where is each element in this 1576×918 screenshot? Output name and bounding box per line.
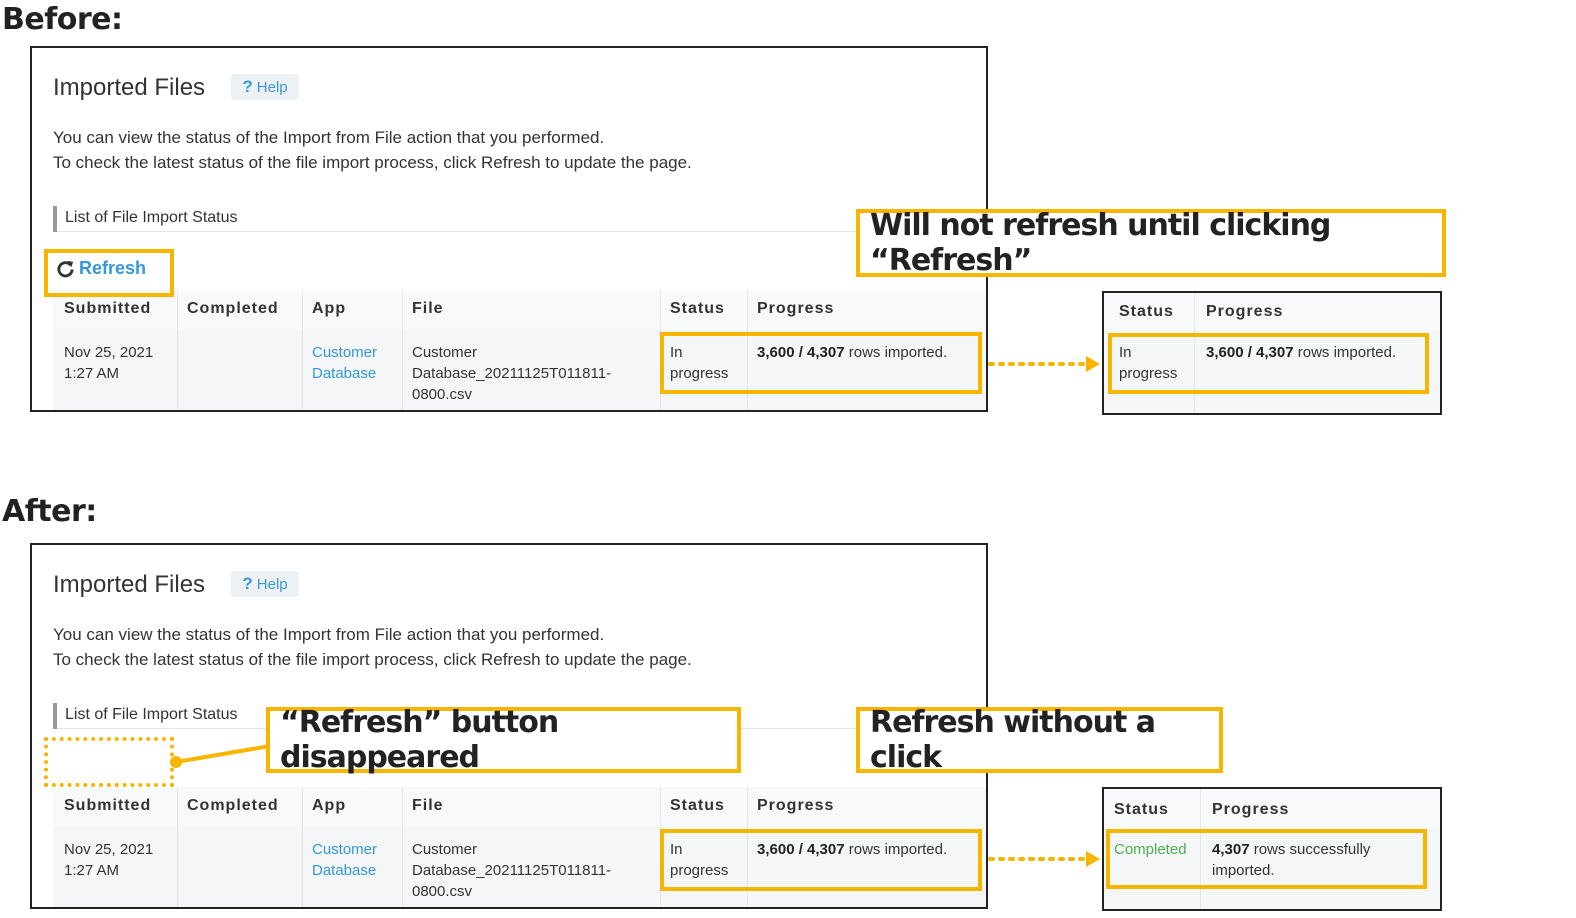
col-file[interactable]: File xyxy=(412,797,444,815)
mini-col-progress: Progress xyxy=(1212,801,1290,818)
col-file[interactable]: File xyxy=(412,300,444,318)
cell-file: Customer Database_20211125T011811- 0800.cs… xyxy=(412,344,612,403)
heading-bar xyxy=(53,703,57,729)
page-title: Imported Files xyxy=(53,571,206,598)
col-progress[interactable]: Progress xyxy=(757,300,834,318)
cell-file: Customer Database_20211125T011811- 0800.cs… xyxy=(412,841,612,900)
app-link[interactable]: Customer Database xyxy=(312,342,377,384)
col-completed[interactable]: Completed xyxy=(187,300,279,318)
col-completed[interactable]: Completed xyxy=(187,797,279,815)
help-label: Help xyxy=(256,575,288,593)
status-progress-highlight xyxy=(660,829,982,891)
table-header: Submitted Completed App File Status Prog… xyxy=(53,290,986,330)
col-app[interactable]: App xyxy=(312,300,346,318)
question-mark-icon: ? xyxy=(242,77,253,96)
mini-col-status: Status xyxy=(1119,303,1174,320)
app-link[interactable]: Customer Database xyxy=(312,839,377,881)
mini-col-status: Status xyxy=(1114,801,1169,818)
column-divider xyxy=(402,290,403,410)
col-submitted[interactable]: Submitted xyxy=(64,300,151,318)
mini-status-highlight xyxy=(1108,333,1429,394)
heading-bar xyxy=(53,206,57,232)
mini-col-progress: Progress xyxy=(1206,303,1284,320)
mini-status-highlight xyxy=(1106,829,1427,889)
callout-will-not-refresh: Will not refresh until clicking “Refresh… xyxy=(856,208,1446,278)
column-divider xyxy=(402,787,403,907)
page-title: Imported Files xyxy=(53,74,206,101)
dotted-arrow-right-icon xyxy=(988,851,1100,867)
dotted-arrow-right-icon xyxy=(988,356,1100,372)
cell-submitted: Nov 25, 2021 1:27 AM xyxy=(64,841,154,879)
description-line-2: To check the latest status of the file i… xyxy=(53,650,692,669)
description-line-1: You can view the status of the Import fr… xyxy=(53,128,605,147)
description-line-2: To check the latest status of the file i… xyxy=(53,153,692,172)
col-submitted[interactable]: Submitted xyxy=(64,797,151,815)
section-heading: List of File Import Status xyxy=(53,206,986,232)
col-status[interactable]: Status xyxy=(670,300,725,318)
column-divider xyxy=(177,787,178,907)
col-status[interactable]: Status xyxy=(670,797,725,815)
column-divider xyxy=(302,787,303,907)
col-app[interactable]: App xyxy=(312,797,346,815)
before-label: Before: xyxy=(2,2,123,37)
removed-refresh-placeholder xyxy=(44,737,174,787)
help-button[interactable]: ? Help xyxy=(231,74,299,100)
refresh-highlight xyxy=(44,249,174,297)
description-line-1: You can view the status of the Import fr… xyxy=(53,625,605,644)
connector-line xyxy=(170,744,271,768)
column-divider xyxy=(177,290,178,410)
callout-refresh-disappeared: “Refresh” button disappeared xyxy=(266,705,741,775)
column-divider xyxy=(302,290,303,410)
help-button[interactable]: ? Help xyxy=(231,571,299,597)
col-progress[interactable]: Progress xyxy=(757,797,834,815)
after-label: After: xyxy=(2,494,97,529)
callout-refresh-without-click: Refresh without a click xyxy=(856,705,1223,775)
section-heading-text: List of File Import Status xyxy=(65,209,238,226)
status-progress-highlight xyxy=(660,332,982,394)
cell-submitted: Nov 25, 2021 1:27 AM xyxy=(64,344,154,382)
section-heading-text: List of File Import Status xyxy=(65,706,238,723)
question-mark-icon: ? xyxy=(242,574,253,593)
help-label: Help xyxy=(256,78,288,96)
table-header: Submitted Completed App File Status Prog… xyxy=(53,787,986,827)
